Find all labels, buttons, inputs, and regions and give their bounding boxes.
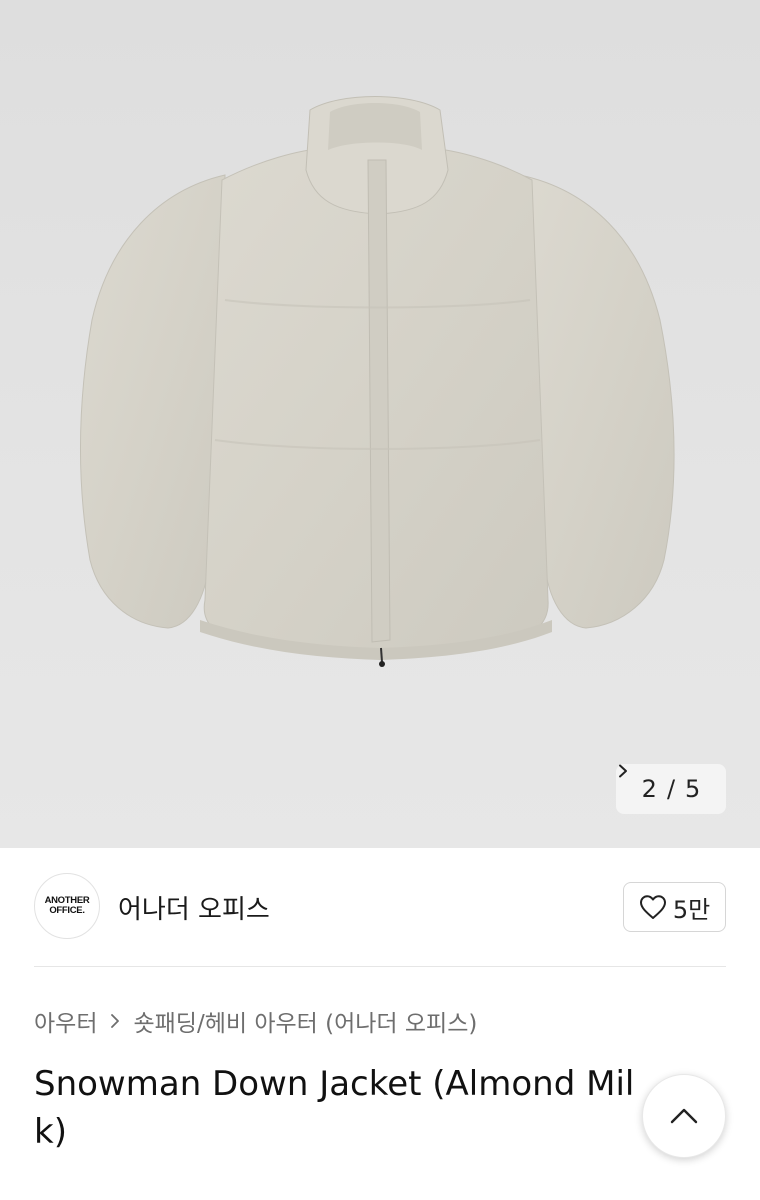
store-name[interactable]: 어나더 오피스 [118,889,270,926]
chevron-right-icon[interactable] [616,764,630,778]
scroll-to-top-button[interactable] [642,1074,726,1158]
breadcrumb: 아우터 숏패딩/헤비 아우터 (어나더 오피스) [34,1004,477,1038]
pager-separator: / [666,775,676,803]
breadcrumb-item-category[interactable]: 숏패딩/헤비 아우터 (어나더 오피스) [133,1004,477,1038]
like-count: 5만 [672,895,711,924]
store-logo[interactable]: ANOTHER OFFICE. [34,873,100,939]
chevron-right-icon [111,1014,120,1028]
chevron-up-icon [670,1108,698,1124]
product-title: Snowman Down Jacket (Almond Milk) [34,1064,635,1152]
divider [34,966,726,967]
like-button[interactable]: 5만 [623,882,726,932]
breadcrumb-item-outer[interactable]: 아우터 [34,1004,97,1038]
product-image-jacket [79,96,675,667]
image-pager[interactable]: 2 / 5 [616,764,726,814]
store-info-row: ANOTHER OFFICE. 어나더 오피스 5만 [34,873,726,941]
pager-current: 2 [641,775,657,803]
pager-total: 5 [685,775,701,803]
store-logo-line2: OFFICE. [49,905,85,916]
product-image-carousel[interactable]: 2 / 5 [0,0,760,848]
heart-outline-icon [639,895,666,919]
